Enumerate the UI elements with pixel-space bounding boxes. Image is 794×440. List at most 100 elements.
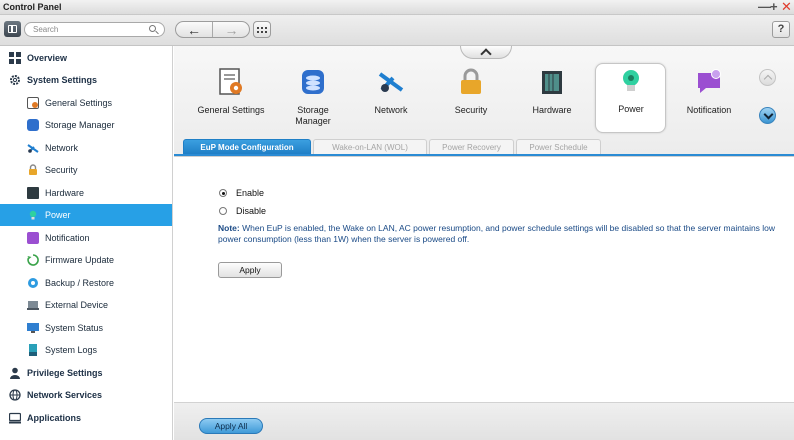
- sidebar-item-security[interactable]: Security: [0, 159, 172, 181]
- sidebar-item-label: System Status: [45, 323, 104, 333]
- network-icon: [377, 68, 405, 96]
- app-power[interactable]: Power: [595, 63, 666, 133]
- sidebar-item-privilege-settings[interactable]: Privilege Settings: [0, 362, 172, 384]
- firmware-icon: [27, 254, 39, 266]
- enable-radio-label: Enable: [236, 188, 265, 198]
- storage-icon: [27, 119, 39, 131]
- sidebar-item-system-status[interactable]: System Status: [0, 317, 172, 339]
- sidebar-item-label: Overview: [27, 53, 68, 63]
- sidebar-item-general-settings[interactable]: General Settings: [0, 92, 172, 114]
- title-bar: Control Panel — + ✕: [0, 0, 794, 15]
- network-icon: [27, 142, 39, 154]
- search-box[interactable]: [24, 22, 165, 37]
- sidebar-item-label: General Settings: [45, 98, 113, 108]
- disable-radio[interactable]: Disable: [219, 206, 266, 216]
- sidebar-item-label: Network: [45, 143, 79, 153]
- disable-radio-label: Disable: [236, 206, 267, 216]
- sidebar-item-system-logs[interactable]: System Logs: [0, 339, 172, 361]
- app-label: Storage Manager: [295, 105, 331, 126]
- app-storage-manager[interactable]: Storage Manager: [278, 65, 348, 131]
- sidebar-item-external-device[interactable]: External Device: [0, 294, 172, 316]
- general-settings-icon: [217, 68, 245, 96]
- sidebar-toggle-button[interactable]: [4, 21, 21, 37]
- logs-icon: [27, 344, 39, 356]
- overview-icon: [9, 52, 21, 64]
- collapse-icon-bar-button[interactable]: [460, 46, 512, 59]
- app-security[interactable]: Security: [436, 65, 506, 131]
- sidebar-item-label: External Device: [45, 300, 109, 310]
- sidebar-item-system-settings[interactable]: System Settings: [0, 69, 172, 91]
- app-label: Network: [374, 105, 408, 115]
- app-network[interactable]: Network: [356, 65, 426, 131]
- search-input[interactable]: [33, 24, 143, 35]
- tab-wake-on-lan[interactable]: Wake-on-LAN (WOL): [313, 139, 427, 154]
- monitor-icon: [27, 322, 39, 334]
- sidebar-item-applications[interactable]: Applications: [0, 407, 172, 429]
- forward-button[interactable]: →: [213, 22, 249, 37]
- app-label: Security: [454, 105, 488, 115]
- bulb-icon: [27, 209, 39, 221]
- sidebar-item-label: Applications: [27, 413, 82, 423]
- applications-icon: [8, 412, 22, 424]
- backup-icon: [27, 277, 39, 289]
- sidebar-item-label: Notification: [45, 233, 90, 243]
- navigation-buttons: ← →: [175, 21, 250, 38]
- scroll-down-button[interactable]: [759, 107, 776, 124]
- sidebar-item-label: Network Services: [27, 390, 103, 400]
- sidebar-item-power[interactable]: Power: [0, 204, 172, 226]
- sidebar-item-hardware[interactable]: Hardware: [0, 182, 172, 204]
- sidebar-item-label: System Logs: [45, 345, 98, 355]
- eup-note: Note: When EuP is enabled, the Wake on L…: [218, 223, 778, 245]
- sidebar-item-network[interactable]: Network: [0, 137, 172, 159]
- main-content: General Settings Storage Manager Network…: [174, 46, 794, 440]
- sidebar-item-label: Security: [45, 165, 78, 175]
- hardware-icon: [538, 68, 566, 96]
- sidebar-item-label: System Settings: [27, 75, 98, 85]
- sidebar-item-label: Power: [45, 210, 71, 220]
- apply-button[interactable]: Apply: [218, 262, 282, 278]
- sidebar-item-notification[interactable]: Notification: [0, 227, 172, 249]
- sidebar-item-label: Storage Manager: [45, 120, 115, 130]
- app-notification[interactable]: Notification: [674, 65, 744, 131]
- sidebar-item-overview[interactable]: Overview: [0, 47, 172, 69]
- maximize-button[interactable]: +: [770, 0, 778, 14]
- sidebar-item-backup-restore[interactable]: Backup / Restore: [0, 272, 172, 294]
- bulb-icon: [617, 67, 645, 95]
- radio-selected-icon[interactable]: [219, 189, 227, 197]
- close-button[interactable]: ✕: [781, 0, 792, 14]
- sidebar-item-label: Firmware Update: [45, 255, 115, 265]
- lock-icon: [457, 68, 485, 96]
- scroll-up-button[interactable]: [759, 69, 776, 86]
- globe-icon: [9, 389, 21, 401]
- app-label: Notification: [686, 105, 732, 115]
- apps-grid-button[interactable]: [253, 21, 271, 38]
- sidebar: Overview System Settings General Setting…: [0, 46, 173, 440]
- general-settings-icon: [27, 97, 39, 109]
- enable-radio[interactable]: Enable: [219, 188, 264, 198]
- app-label: Hardware: [532, 105, 572, 115]
- app-general-settings[interactable]: General Settings: [196, 65, 266, 131]
- sidebar-item-label: Hardware: [45, 188, 85, 198]
- help-button[interactable]: ?: [772, 21, 790, 38]
- app-label: General Settings: [197, 105, 265, 115]
- tab-power-recovery[interactable]: Power Recovery: [429, 139, 514, 154]
- back-button[interactable]: ←: [176, 22, 213, 37]
- app-icon-bar: General Settings Storage Manager Network…: [174, 46, 794, 157]
- sidebar-item-storage-manager[interactable]: Storage Manager: [0, 114, 172, 136]
- app-hardware[interactable]: Hardware: [517, 65, 587, 131]
- footer-bar: Apply All: [174, 402, 794, 440]
- tab-power-schedule[interactable]: Power Schedule: [516, 139, 601, 154]
- storage-icon: [299, 68, 327, 96]
- tab-underline: [174, 154, 794, 156]
- radio-unselected-icon[interactable]: [219, 207, 227, 215]
- tab-eup-mode-configuration[interactable]: EuP Mode Configuration: [183, 139, 311, 154]
- hardware-icon: [27, 187, 39, 199]
- notification-icon: [27, 232, 39, 244]
- sidebar-item-network-services[interactable]: Network Services: [0, 384, 172, 406]
- notification-icon: [695, 68, 723, 96]
- search-icon[interactable]: [149, 25, 156, 32]
- note-prefix: Note:: [218, 223, 240, 233]
- sidebar-item-firmware-update[interactable]: Firmware Update: [0, 249, 172, 271]
- lock-icon: [27, 164, 39, 176]
- apply-all-button[interactable]: Apply All: [199, 418, 263, 434]
